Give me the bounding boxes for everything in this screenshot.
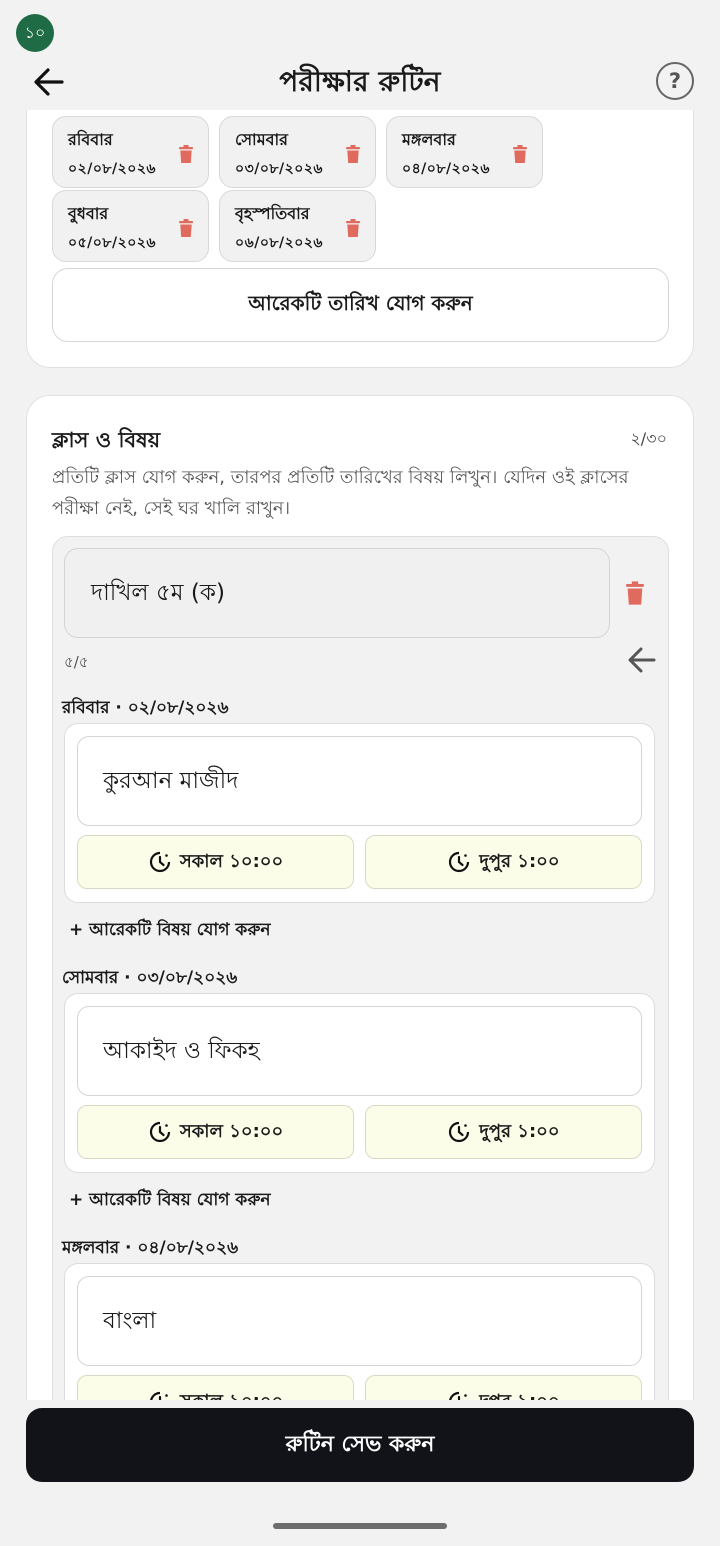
top-app-bar: পরীক্ষার রুটিন ? [0,0,720,110]
date-chip[interactable]: সোমবার ০৩/০৮/২০২৬ [219,116,376,188]
dates-card: রবিবার ০২/০৮/২০২৬ সোমবার ০৩/০৮/২০২৬ মঙ্গ… [26,110,694,368]
end-time-label: দুপুর ১:০০ [479,1387,559,1401]
clock-icon [149,1121,170,1143]
date-chip[interactable]: রবিবার ০২/০৮/২০২৬ [52,116,209,188]
clock-icon [449,851,470,873]
end-time-label: দুপুর ১:০০ [479,1120,560,1142]
date-chip-date: ০৫/০৮/২০২৬ [68,235,157,251]
trash-icon[interactable] [346,219,360,237]
start-time-label: সকাল ১০:০০ [180,1387,283,1401]
class-panel: দাখিল ৫ম (ক) ৫/৫ রবিবার · ০২/০৮/২০২৬ কুর… [52,536,669,1400]
start-time-button[interactable]: সকাল ১০:০০ [77,835,354,889]
class-name-input[interactable]: দাখিল ৫ম (ক) [64,548,610,638]
date-chip[interactable]: বৃহস্পতিবার ০৬/০৮/২০২৬ [219,190,376,262]
date-chip[interactable]: মঙ্গলবার ০৪/০৮/২০২৬ [386,116,543,188]
help-icon[interactable]: ? [656,62,694,100]
arrow-left-icon[interactable] [626,645,658,675]
notification-badge: ১০ [16,14,54,52]
date-chip-date: ০২/০৮/২০২৬ [68,161,157,177]
save-routine-button[interactable]: রুটিন সেভ করুন [26,1408,694,1482]
subject-input[interactable]: বাংলা [77,1276,642,1366]
scroll-area[interactable]: রবিবার ০২/০৮/২০২৬ সোমবার ০৩/০৮/২০২৬ মঙ্গ… [0,110,720,1400]
day-label: সোমবার · ০৩/০৮/২০২৬ [62,968,238,988]
clock-icon [149,851,170,873]
date-chip-day: রবিবার [68,130,113,149]
start-time-label: সকাল ১০:০০ [179,850,284,872]
classes-card: ক্লাস ও বিষয় ২/৩০ প্রতিটি ক্লাস যোগ করু… [26,395,694,1400]
date-chip[interactable]: বুধবার ০৫/০৮/২০২৬ [52,190,209,262]
add-subject-button[interactable]: + আরেকটি বিষয় যোগ করুন [69,917,271,945]
clock-icon [149,1391,168,1400]
subject-entry: আকাইদ ও ফিকহ সকাল ১০:০০ দুপুর ১:০০ [64,993,655,1173]
date-chip-day: বুধবার [68,204,109,223]
date-chip-day: সোমবার [235,130,288,149]
clock-icon [449,1121,470,1143]
date-chip-day: মঙ্গলবার [402,130,456,149]
day-label: মঙ্গলবার · ০৪/০৮/২০২৬ [62,1238,239,1258]
subject-input[interactable]: আকাইদ ও ফিকহ [77,1006,642,1096]
date-chip-day: বৃহস্পতিবার [235,204,310,223]
start-time-button[interactable]: সকাল ১০:০০ [77,1105,354,1159]
end-time-button[interactable]: দুপুর ১:০০ [365,1105,642,1159]
add-date-button[interactable]: আরেকটি তারিখ যোগ করুন [52,268,669,342]
add-subject-button[interactable]: + আরেকটি বিষয় যোগ করুন [69,1187,271,1215]
trash-icon[interactable] [626,581,644,605]
class-progress: ৫/৫ [64,653,89,671]
day-label: রবিবার · ০২/০৮/২০২৬ [62,698,229,718]
date-chip-date: ০৬/০৮/২০২৬ [235,235,324,251]
section-description: প্রতিটি ক্লাস যোগ করুন, তারপর প্রতিটি তা… [52,467,629,519]
date-chip-date: ০৪/০৮/২০২৬ [402,161,491,177]
end-time-button[interactable]: দুপুর ১:০০ [365,1375,642,1400]
clock-icon [449,1391,468,1400]
subject-input[interactable]: কুরআন মাজীদ [77,736,642,826]
trash-icon[interactable] [346,145,360,163]
trash-icon[interactable] [513,145,527,163]
page-title: পরীক্ষার রুটিন [279,65,441,98]
end-time-label: দুপুর ১:০০ [479,850,560,872]
start-time-label: সকাল ১০:০০ [179,1120,284,1142]
date-chip-date: ০৩/০৮/২০২৬ [235,161,324,177]
trash-icon[interactable] [179,145,193,163]
class-count-badge: ২/৩০ [630,429,667,448]
trash-icon[interactable] [179,219,193,237]
start-time-button[interactable]: সকাল ১০:০০ [77,1375,354,1400]
bottom-bar: রুটিন সেভ করুন [0,1400,720,1546]
subject-entry: বাংলা সকাল ১০:০০ দুপুর ১:০০ [64,1263,655,1400]
subject-entry: কুরআন মাজীদ সকাল ১০:০০ দুপুর ১:০০ [64,723,655,903]
section-title: ক্লাস ও বিষয় [52,428,161,452]
end-time-button[interactable]: দুপুর ১:০০ [365,835,642,889]
home-indicator[interactable] [273,1523,447,1529]
